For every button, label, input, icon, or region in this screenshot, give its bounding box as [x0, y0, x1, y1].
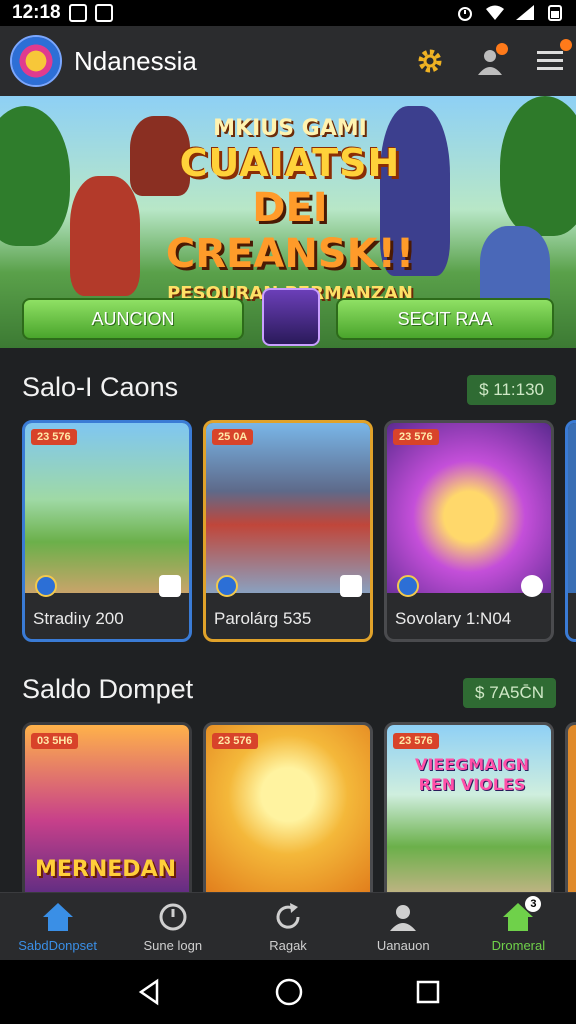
app-logo: [10, 35, 62, 87]
gear-icon: [418, 49, 442, 73]
nav-item-uanauon[interactable]: Uanauon: [346, 893, 461, 960]
wallet-pill[interactable]: $ 7A5C̄N: [463, 678, 556, 708]
banner-left-button[interactable]: AUNCION: [22, 298, 244, 340]
nav-item-ragak[interactable]: Ragak: [230, 893, 345, 960]
banner-palm-tree: [0, 106, 70, 246]
recents-icon[interactable]: [415, 979, 441, 1005]
banner-headline-2: DEI CREANSK!!: [165, 185, 415, 277]
card-badge: 23 576: [212, 733, 258, 749]
card-art-title: VIEEGMAIGN REN VIOLES: [414, 755, 530, 794]
card-map-icon: [159, 575, 181, 597]
card-badge: 25 0A: [212, 429, 254, 445]
nav-label: Ragak: [269, 938, 307, 953]
card-badge: 23 576: [393, 733, 439, 749]
game-card[interactable]: 23 576 VIEEGMAIGN REN VIOLES: [384, 722, 554, 902]
section-title: Salo-I Caons: [22, 372, 179, 402]
app-bar: Ndanessia: [0, 26, 576, 96]
card-art-title: MERNEDAN: [35, 857, 177, 882]
notification-app-icon: [68, 4, 87, 22]
game-card-partial[interactable]: [565, 722, 576, 902]
signal-icon: [516, 5, 534, 20]
banner-right-button[interactable]: SECIT RAA: [336, 298, 554, 340]
card-coin-icon: [216, 575, 238, 597]
nav-label: Dromeral: [491, 938, 546, 953]
notification-dot: [560, 39, 572, 51]
wifi-icon: [486, 5, 504, 20]
game-card-art: [568, 423, 576, 593]
balance-pill[interactable]: $ 11:130: [467, 375, 556, 405]
hamburger-menu-icon: [537, 51, 563, 70]
card-badge: 03 5H6: [31, 733, 79, 749]
back-icon[interactable]: [135, 978, 163, 1006]
game-card[interactable]: 23 576 Stradiıy 200: [22, 420, 192, 642]
card-coin-icon: [397, 575, 419, 597]
bottom-navigation: SabdDonpset Sune logn Ragak Uanauon 3 Dr…: [0, 892, 576, 960]
nav-badge: 3: [525, 896, 542, 912]
game-card-art: [206, 423, 370, 593]
game-card-partial[interactable]: [565, 420, 576, 642]
card-caption: Stradiıy 200: [33, 609, 124, 628]
refresh-icon: [276, 903, 300, 929]
card-caption: Parolárg 535: [214, 609, 312, 628]
game-card[interactable]: 25 0A Parolárg 535: [203, 420, 373, 642]
home-icon: [42, 903, 73, 931]
section-title: Saldo Dompet: [22, 674, 194, 704]
profile-button[interactable]: [474, 43, 508, 77]
status-time: 12:18: [12, 2, 61, 23]
nav-label: SabdDonpset: [18, 938, 97, 953]
home-circle-icon[interactable]: [274, 977, 304, 1007]
clock-icon: [159, 903, 187, 931]
game-card[interactable]: 23 576: [203, 722, 373, 902]
nav-label: Uanauon: [376, 938, 430, 953]
system-navigation-bar: [0, 960, 576, 1024]
card-caption: Sovolary 1:N04: [395, 609, 512, 628]
featured-avatar[interactable]: [262, 288, 320, 346]
banner-palm-tree: [500, 96, 576, 236]
menu-button[interactable]: [534, 39, 572, 77]
banner-character-guitarist: [70, 176, 140, 296]
card-coin-icon: [35, 575, 57, 597]
card-badge: 23 576: [31, 429, 77, 445]
nav-item-dromeral[interactable]: 3 Dromeral: [461, 893, 576, 960]
card-badge: 23 576: [393, 429, 439, 445]
settings-button[interactable]: [414, 45, 446, 77]
nav-item-sune-logn[interactable]: Sune logn: [115, 893, 230, 960]
notification-app-icon-2: [94, 4, 113, 22]
nav-item-saldo-dompet[interactable]: SabdDonpset: [0, 893, 115, 960]
card-flag-icon: [340, 575, 362, 597]
game-card-art: [25, 423, 189, 593]
app-title: Ndanessia: [74, 45, 197, 76]
game-card-art: [387, 423, 551, 593]
alarm-icon: [458, 7, 472, 21]
game-card[interactable]: 03 5H6 MERNEDAN: [22, 722, 192, 902]
card-ball-icon: [521, 575, 543, 597]
game-card[interactable]: 23 576 Sovolary 1:N04: [384, 420, 554, 642]
status-bar: 12:18: [0, 0, 576, 26]
banner-tagline: MKIUS GAMI: [213, 116, 367, 141]
banner-headline: CUAIATSH: [179, 141, 401, 185]
nav-label: Sune logn: [143, 938, 203, 953]
user-icon: [390, 905, 417, 931]
notification-dot: [496, 43, 508, 55]
battery-icon: [548, 5, 562, 21]
